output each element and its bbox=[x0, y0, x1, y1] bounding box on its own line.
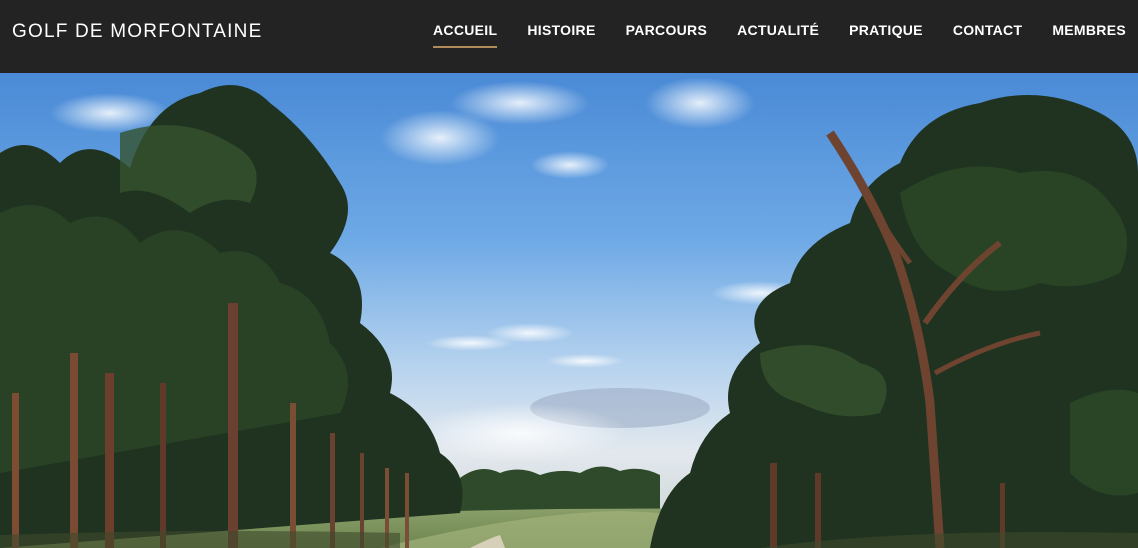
nav-parcours[interactable]: PARCOURS bbox=[626, 22, 707, 42]
nav-actualite[interactable]: ACTUALITÉ bbox=[737, 22, 819, 42]
nav-contact[interactable]: CONTACT bbox=[953, 22, 1023, 42]
site-logo[interactable]: GOLF DE MORFONTAINE bbox=[12, 21, 262, 43]
nav-membres[interactable]: MEMBRES bbox=[1052, 22, 1126, 42]
hero-image bbox=[0, 73, 1138, 548]
nav-histoire[interactable]: HISTOIRE bbox=[527, 22, 595, 42]
nav-accueil[interactable]: ACCUEIL bbox=[433, 22, 498, 48]
site-header: GOLF DE MORFONTAINE ACCUEIL HISTOIRE PAR… bbox=[0, 0, 1138, 73]
main-nav: ACCUEIL HISTOIRE PARCOURS ACTUALITÉ PRAT… bbox=[403, 22, 1126, 48]
nav-pratique[interactable]: PRATIQUE bbox=[849, 22, 923, 42]
golf-course-landscape bbox=[0, 73, 1138, 548]
